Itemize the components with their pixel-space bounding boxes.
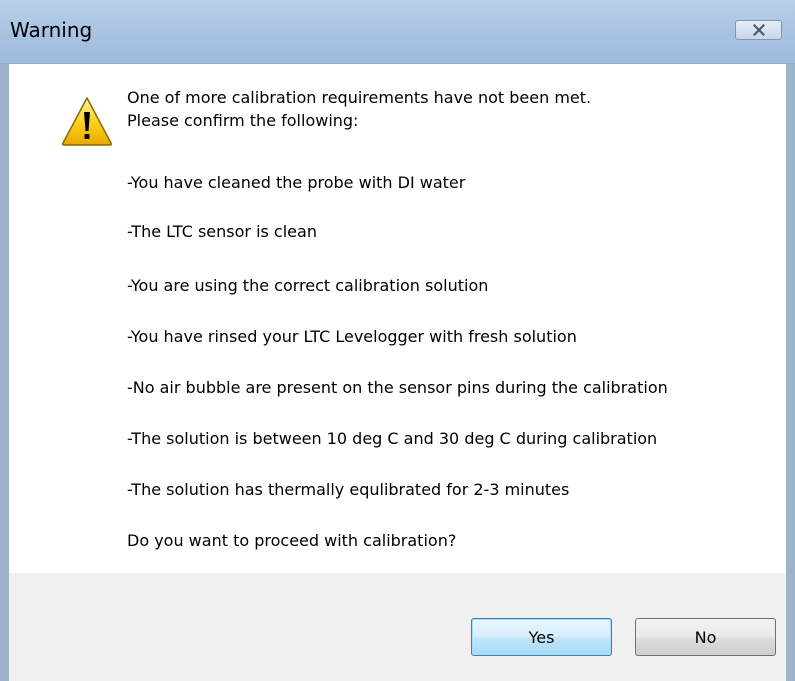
list-item: -The solution is between 10 deg C and 30… [127, 429, 658, 448]
window-frame-right [786, 64, 795, 681]
warning-dialog: Warning One of more calibration requirem… [0, 0, 795, 681]
list-item: -No air bubble are present on the sensor… [127, 378, 668, 397]
close-icon [753, 24, 765, 36]
no-button[interactable]: No [635, 618, 776, 656]
list-item: -You are using the correct calibration s… [127, 276, 489, 295]
warning-triangle-icon [61, 97, 113, 146]
window-title: Warning [10, 18, 93, 42]
message-intro-line-2: Please confirm the following: [127, 111, 359, 130]
button-bar: Yes No [9, 573, 786, 681]
title-bar[interactable]: Warning [0, 0, 795, 64]
list-item: -The LTC sensor is clean [127, 222, 317, 241]
window-frame-left [0, 64, 9, 681]
confirmation-question: Do you want to proceed with calibration? [127, 531, 457, 550]
message-intro-line-1: One of more calibration requirements hav… [127, 88, 592, 107]
close-button[interactable] [735, 20, 782, 40]
list-item: -You have rinsed your LTC Levelogger wit… [127, 327, 577, 346]
yes-button[interactable]: Yes [471, 618, 612, 656]
dialog-content: One of more calibration requirements hav… [9, 64, 786, 573]
list-item: -You have cleaned the probe with DI wate… [127, 173, 466, 192]
list-item: -The solution has thermally equlibrated … [127, 480, 570, 499]
